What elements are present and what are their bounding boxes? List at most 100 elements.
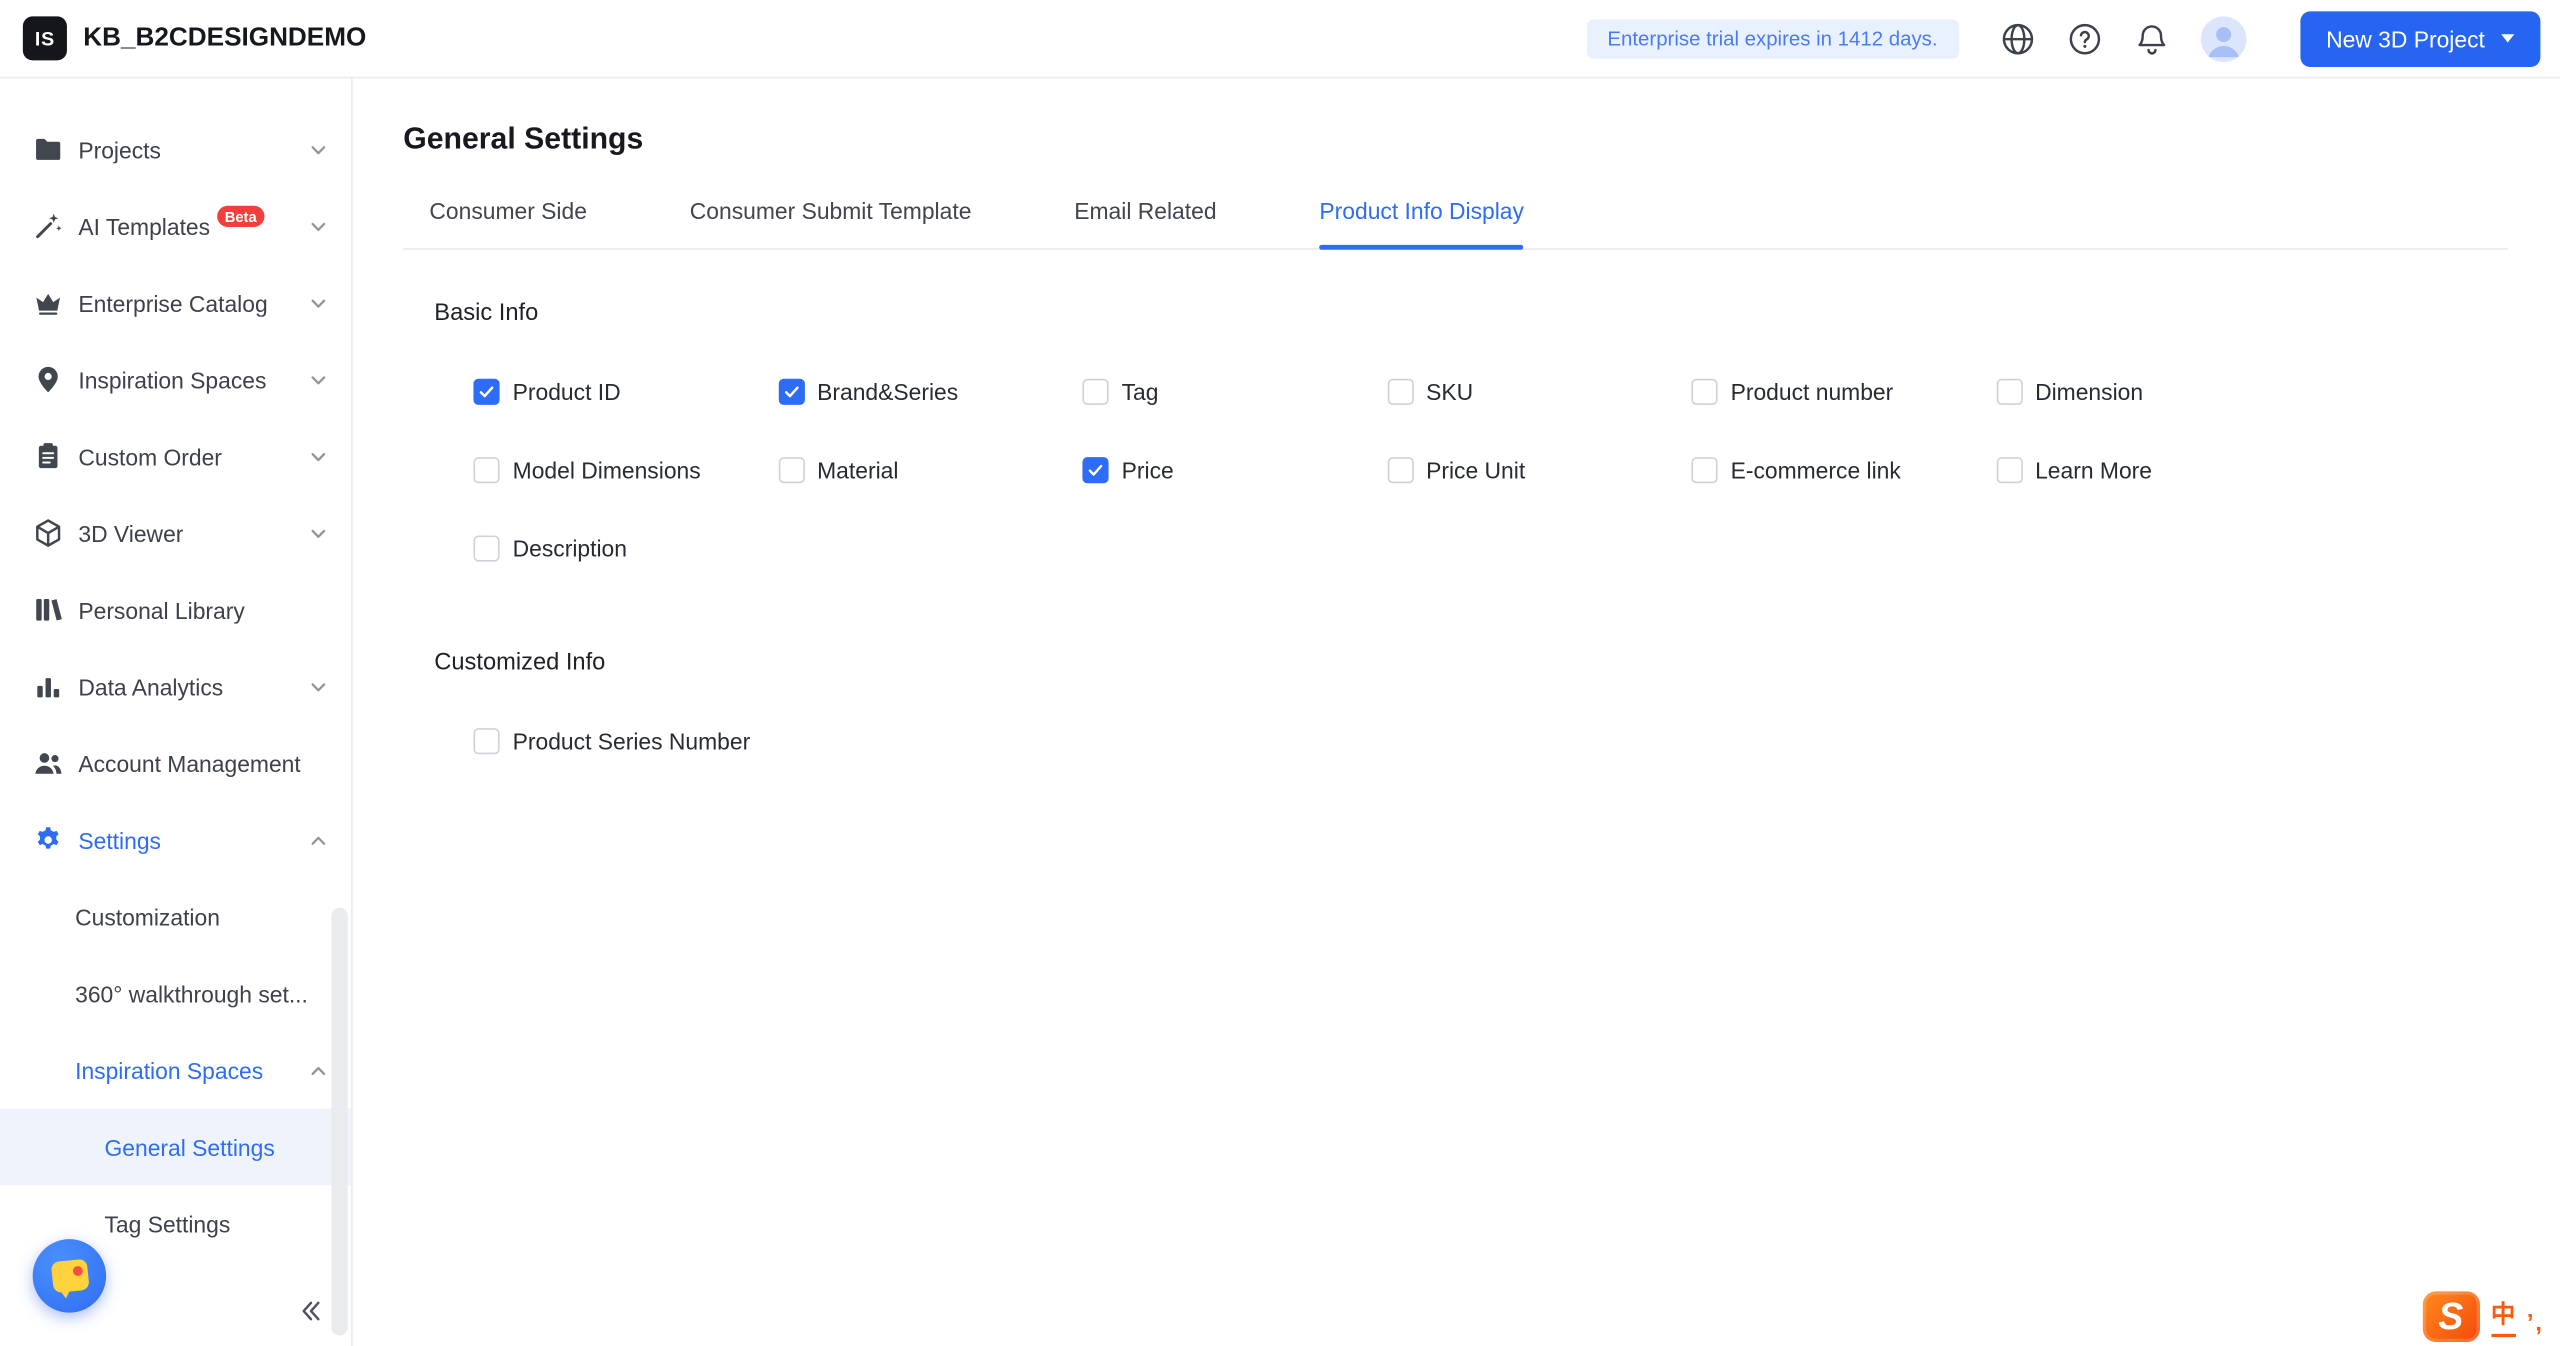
- header-actions: Enterprise trial expires in 1412 days. N…: [1586, 10, 2541, 67]
- checkbox-label: SKU: [1426, 378, 1474, 405]
- tab-consumer-side[interactable]: Consumer Side: [429, 198, 587, 249]
- sidebar-item-personal-library[interactable]: Personal Library: [0, 571, 351, 648]
- checkbox-unchecked[interactable]: [777, 457, 805, 484]
- sidebar-item-data-analytics[interactable]: Data Analytics: [0, 648, 351, 725]
- sidebar-item-projects[interactable]: Projects: [0, 111, 351, 188]
- sidebar-item-label: General Settings: [104, 1133, 275, 1160]
- beta-badge: Beta: [216, 205, 265, 227]
- sidebar-item-label: Projects: [78, 136, 161, 163]
- clipboard-icon: [33, 441, 64, 472]
- option-learn-more[interactable]: Learn More: [1995, 431, 2300, 509]
- chevron-down-icon: [309, 523, 329, 543]
- user-avatar[interactable]: [2200, 15, 2247, 62]
- option-e-commerce-link[interactable]: E-commerce link: [1691, 431, 1995, 509]
- sidebar-item-account-management[interactable]: Account Management: [0, 725, 351, 802]
- sidebar-nav: Projects AI Templates Beta Enterprise Catal…: [0, 111, 352, 1262]
- checkbox-label: E-commerce link: [1730, 457, 1901, 484]
- tab-email-related[interactable]: Email Related: [1074, 198, 1216, 249]
- option-product-number[interactable]: Product number: [1691, 353, 1995, 431]
- chevron-down-icon: [309, 140, 329, 160]
- chevron-down-icon: [309, 677, 329, 697]
- checkbox-checked[interactable]: [1082, 457, 1109, 484]
- checkbox-unchecked[interactable]: [1691, 378, 1718, 405]
- sogou-logo-icon: S: [2422, 1291, 2480, 1343]
- option-price[interactable]: Price: [1082, 431, 1386, 509]
- sections-container: Basic Info Product ID Brand&Series Tag SKU Pr…: [403, 297, 2507, 780]
- sidebar-item-label: Personal Library: [78, 596, 245, 623]
- sidebar-item-settings[interactable]: Settings: [0, 802, 351, 879]
- sidebar-item-label: Data Analytics: [78, 673, 224, 700]
- bar-chart-icon: [33, 671, 64, 702]
- option-price-unit[interactable]: Price Unit: [1386, 431, 1691, 509]
- sidebar-item-inspiration-spaces[interactable]: Inspiration Spaces: [0, 341, 351, 418]
- sidebar-item-inspiration-spaces[interactable]: Inspiration Spaces: [0, 1032, 351, 1109]
- option-product-id[interactable]: Product ID: [473, 353, 777, 431]
- sidebar-item-360-walkthrough-set[interactable]: 360° walkthrough set...: [0, 955, 351, 1032]
- checkbox-unchecked[interactable]: [1995, 457, 2023, 484]
- section-title: Customized Info: [434, 649, 606, 676]
- top-bar: IS KB_B2CDESIGNDEMO Enterprise trial exp…: [0, 0, 2560, 79]
- trial-expiry-badge: Enterprise trial expires in 1412 days.: [1586, 18, 1959, 58]
- option-model-dimensions[interactable]: Model Dimensions: [473, 431, 777, 509]
- chevron-up-icon: [309, 830, 329, 850]
- checkbox-label: Dimension: [2035, 378, 2144, 405]
- sidebar-item-enterprise-catalog[interactable]: Enterprise Catalog: [0, 264, 351, 341]
- option-description[interactable]: Description: [473, 509, 777, 587]
- sidebar-item-label: Customization: [75, 903, 220, 930]
- option-tag[interactable]: Tag: [1082, 353, 1386, 431]
- sidebar-item-ai-templates[interactable]: AI Templates Beta: [0, 188, 351, 265]
- crown-icon: [33, 287, 64, 318]
- chevron-down-icon: [2501, 34, 2515, 43]
- checkbox-grid: Product ID Brand&Series Tag SKU Product numb…: [473, 353, 2507, 588]
- option-product-series-number[interactable]: Product Series Number: [473, 702, 777, 780]
- checkbox-label: Material: [817, 457, 899, 484]
- chevron-down-icon: [309, 447, 329, 467]
- sogou-ime-watermark: S 中 ’,: [2422, 1291, 2544, 1343]
- pin-icon: [33, 364, 64, 395]
- checkbox-label: Description: [512, 535, 627, 562]
- users-icon: [33, 748, 64, 779]
- checkbox-unchecked[interactable]: [1082, 378, 1109, 405]
- tab-consumer-submit-template[interactable]: Consumer Submit Template: [690, 198, 972, 249]
- sidebar-item-general-settings[interactable]: General Settings: [0, 1108, 352, 1186]
- checkbox-checked[interactable]: [777, 378, 805, 405]
- checkbox-unchecked[interactable]: [473, 457, 500, 484]
- checkbox-label: Product number: [1730, 378, 1894, 405]
- sidebar-item-3d-viewer[interactable]: 3D Viewer: [0, 495, 351, 572]
- checkbox-unchecked[interactable]: [1691, 457, 1718, 484]
- section-title: Basic Info: [434, 300, 539, 327]
- checkbox-checked[interactable]: [473, 378, 500, 405]
- checkbox-unchecked[interactable]: [473, 535, 500, 562]
- checkbox-unchecked[interactable]: [1386, 378, 1414, 405]
- gear-icon: [33, 824, 64, 855]
- ime-punctuation-indicator: ’,: [2526, 1309, 2544, 1338]
- option-dimension[interactable]: Dimension: [1995, 353, 2300, 431]
- checkbox-unchecked[interactable]: [1386, 457, 1414, 484]
- option-sku[interactable]: SKU: [1386, 353, 1691, 431]
- checkbox-unchecked[interactable]: [1995, 378, 2023, 405]
- sidebar-scrollbar[interactable]: [331, 907, 348, 1336]
- chat-widget-button[interactable]: [32, 1239, 107, 1313]
- page-title: General Settings: [403, 120, 644, 156]
- bell-icon[interactable]: [2133, 20, 2169, 56]
- sidebar: Projects AI Templates Beta Enterprise Catal…: [0, 78, 353, 1346]
- collapse-sidebar-icon[interactable]: [296, 1296, 325, 1325]
- checkbox-unchecked[interactable]: [473, 728, 500, 755]
- tab-bar: Consumer Side Consumer Submit Template Ema…: [403, 198, 2508, 250]
- option-brand-series[interactable]: Brand&Series: [777, 353, 1082, 431]
- sidebar-item-customization[interactable]: Customization: [0, 878, 351, 955]
- new-3d-project-button[interactable]: New 3D Project: [2299, 10, 2541, 67]
- section-customized-info: Customized Info Product Series Number: [403, 647, 2507, 781]
- sidebar-item-label: Settings: [78, 826, 161, 854]
- globe-icon[interactable]: [2000, 20, 2036, 56]
- sidebar-item-label: Enterprise Catalog: [78, 289, 268, 316]
- chevron-down-icon: [309, 216, 329, 236]
- option-material[interactable]: Material: [777, 431, 1082, 509]
- sidebar-item-custom-order[interactable]: Custom Order: [0, 418, 351, 495]
- wand-icon: [33, 211, 64, 242]
- help-icon[interactable]: [2067, 20, 2103, 56]
- chevron-up-icon: [309, 1060, 329, 1080]
- tab-product-info-display[interactable]: Product Info Display: [1319, 198, 1525, 250]
- chevron-down-icon: [309, 370, 329, 390]
- sidebar-item-label: Account Management: [78, 750, 301, 777]
